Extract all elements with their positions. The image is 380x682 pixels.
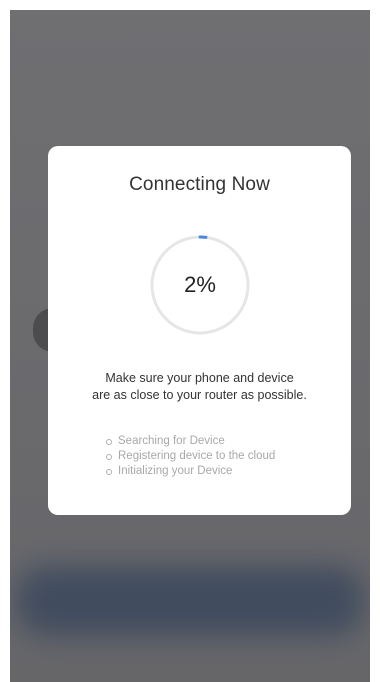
connecting-dialog: Connecting Now 2% Make sure your phone a… bbox=[48, 146, 351, 515]
progress-ring: 2% bbox=[149, 234, 251, 336]
step-item: Initializing your Device bbox=[106, 464, 275, 479]
step-label: Initializing your Device bbox=[118, 465, 233, 477]
circle-bullet-icon bbox=[106, 453, 112, 460]
step-item: Searching for Device bbox=[106, 434, 275, 449]
step-label: Searching for Device bbox=[118, 435, 225, 447]
proximity-hint: Make sure your phone and device are as c… bbox=[58, 370, 341, 404]
blurred-action-bar bbox=[16, 566, 364, 636]
screen-overlay: Connecting Now 2% Make sure your phone a… bbox=[10, 10, 370, 682]
circle-bullet-icon bbox=[106, 438, 112, 445]
hint-line-1: Make sure your phone and device bbox=[105, 371, 294, 385]
circle-bullet-icon bbox=[106, 468, 112, 475]
connection-steps: Searching for Device Registering device … bbox=[106, 434, 275, 479]
hint-line-2: are as close to your router as possible. bbox=[92, 388, 307, 402]
step-item: Registering device to the cloud bbox=[106, 449, 275, 464]
progress-percent: 2% bbox=[184, 272, 216, 297]
dialog-title: Connecting Now bbox=[129, 174, 270, 195]
step-label: Registering device to the cloud bbox=[118, 450, 276, 462]
